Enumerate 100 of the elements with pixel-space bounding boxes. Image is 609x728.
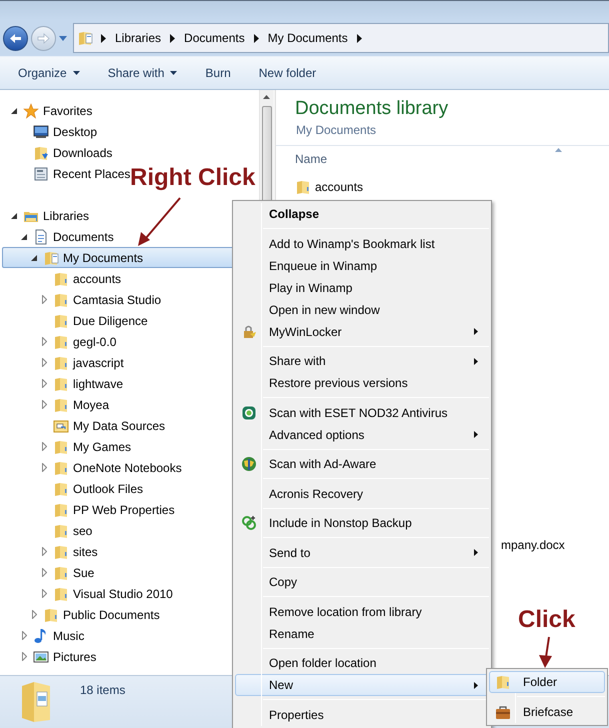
tree-item[interactable]: Music [2, 625, 88, 646]
menu-item[interactable]: Remove location from library [235, 600, 489, 622]
recent-pages-dropdown[interactable] [58, 33, 68, 43]
chevron-icon [101, 34, 106, 42]
breadcrumb-item[interactable]: My Documents [268, 29, 348, 47]
sort-icon [555, 148, 562, 152]
tree-item[interactable]: Due Diligence [2, 310, 152, 331]
tree-item[interactable]: My Data Sources [2, 415, 170, 436]
folder-icon [53, 544, 69, 560]
shield-icon [241, 404, 257, 420]
back-arrow-icon [9, 32, 22, 44]
folder-icon [53, 522, 69, 538]
annotation-label: Right Click [130, 163, 256, 193]
toolbar-button[interactable]: Share with [108, 64, 178, 82]
toolbar-button[interactable]: Organize [18, 64, 80, 82]
tree-item[interactable]: Downloads [2, 142, 116, 163]
menu-item[interactable]: New [235, 674, 489, 696]
menu-item[interactable]: Share with [235, 350, 489, 372]
arrow [539, 636, 552, 668]
tree-item[interactable]: Camtasia Studio [2, 289, 166, 310]
window-icon [33, 166, 49, 182]
link-icon [241, 515, 257, 531]
folder-icon [295, 178, 311, 194]
folder-icon [53, 292, 69, 308]
menu-item[interactable]: Acronis Recovery [235, 482, 489, 504]
chevron-icon [170, 34, 176, 42]
folder-icon [77, 30, 93, 46]
breadcrumb-item[interactable]: Libraries [115, 29, 162, 47]
back-button[interactable] [3, 26, 28, 50]
forward-arrow-icon [37, 32, 50, 44]
caret-icon [59, 36, 67, 40]
tree-item[interactable]: Moyea [2, 394, 114, 415]
tree-item[interactable]: Sue [2, 562, 98, 583]
menu-item[interactable]: Open folder location [235, 652, 489, 674]
menu-item[interactable]: Advanced options [235, 424, 489, 446]
tree-item[interactable]: Libraries [2, 205, 94, 226]
lock-icon [241, 324, 257, 340]
folder-icon [53, 586, 69, 602]
folder-icon [53, 438, 69, 454]
folder-icon [53, 376, 69, 392]
chevron-icon [254, 34, 259, 42]
folder-icon [43, 250, 59, 266]
file-name[interactable]: mpany.docx [501, 536, 565, 554]
tree-item[interactable]: Pictures [2, 646, 100, 667]
tree-item[interactable]: Visual Studio 2010 [2, 583, 177, 604]
globe-icon [241, 456, 257, 472]
menu-item[interactable]: Copy [235, 571, 489, 593]
menu-item[interactable]: Properties [235, 704, 489, 726]
folder-icon [53, 396, 69, 412]
tree-item[interactable]: javascript [2, 352, 128, 373]
library-title: Documents library [294, 97, 450, 121]
menu-item[interactable]: Send to [235, 542, 489, 564]
tree-item[interactable]: Public Documents [2, 604, 164, 625]
menu-item[interactable]: Restore previous versions [235, 372, 489, 394]
breadcrumb-item[interactable]: Documents [184, 29, 245, 47]
menu-item[interactable]: Briefcase [489, 700, 605, 722]
arrow [138, 197, 181, 246]
folder-icon [53, 418, 69, 434]
chevron-icon [356, 34, 362, 42]
tree-item[interactable]: gegl-0.0 [2, 331, 120, 352]
folder-icon [53, 354, 69, 370]
toolbar-button[interactable]: New folder [258, 64, 316, 82]
folder-icon [33, 144, 49, 160]
column-header[interactable]: Name [276, 149, 556, 169]
tree-item[interactable]: lightwave [2, 373, 128, 394]
menu-item[interactable]: MyWinLocker [235, 320, 489, 342]
tree-item[interactable]: seo [2, 520, 96, 541]
picture-icon [33, 648, 49, 664]
scroll-up-icon[interactable] [263, 95, 270, 99]
tree-item[interactable]: PP Web Properties [2, 499, 179, 520]
item-count: 18 items [80, 682, 126, 699]
folder-icon [53, 502, 69, 518]
tree-item[interactable]: OneNote Notebooks [2, 457, 186, 478]
file-name[interactable]: accounts [315, 178, 364, 196]
tree-item[interactable]: Favorites [2, 100, 96, 121]
star-icon [23, 102, 39, 118]
tree-item[interactable]: Desktop [2, 121, 102, 142]
tree-item[interactable]: My Games [2, 436, 136, 457]
folder-icon [53, 312, 69, 328]
menu-item[interactable]: Scan with Ad-Aware [235, 453, 489, 475]
menu-item[interactable]: Collapse [235, 203, 489, 225]
menu-item[interactable]: Rename [235, 622, 489, 644]
menu-item[interactable]: Play in Winamp [235, 276, 489, 298]
tree-item[interactable]: Documents [2, 226, 118, 247]
monitor-icon [33, 124, 49, 140]
tree-item[interactable]: sites [2, 541, 102, 562]
menu-item[interactable]: Open in new window [235, 298, 489, 320]
address-bar[interactable]: Libraries Documents My Documents [73, 23, 609, 53]
folder-icon [53, 460, 69, 476]
annotation-label: Click [518, 605, 576, 635]
tree-item[interactable]: Outlook Files [2, 478, 148, 499]
toolbar-button[interactable]: Burn [205, 64, 231, 82]
folder-icon [53, 270, 69, 286]
menu-item[interactable]: Folder [489, 671, 605, 693]
briefcase-icon [495, 704, 511, 720]
menu-item[interactable]: Scan with ESET NOD32 Antivirus [235, 402, 489, 424]
menu-item[interactable]: Include in Nonstop Backup [235, 512, 489, 534]
folder-icon [495, 674, 511, 690]
tree-item[interactable]: accounts [2, 268, 126, 289]
library-subtitle: My Documents [295, 122, 378, 139]
